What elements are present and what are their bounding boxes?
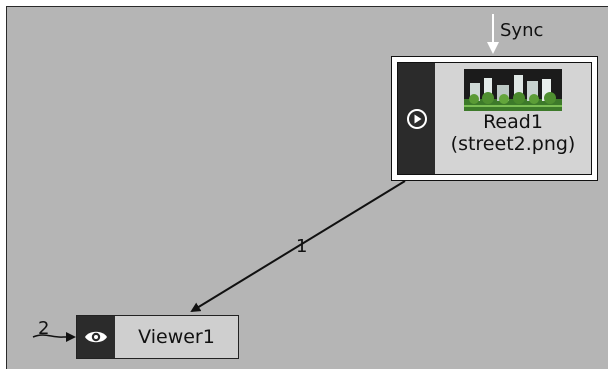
- edge-input-2-label: 2: [38, 318, 50, 339]
- viewer-node-title: Viewer1: [138, 326, 215, 348]
- read-node-title: Read1: [483, 111, 543, 133]
- read-node-icon-cell[interactable]: [398, 63, 435, 174]
- eye-icon[interactable]: [84, 329, 108, 345]
- node-graph-canvas: Sync 1 2 Read1 (street2.png) Viewer1: [0, 0, 608, 377]
- read-node[interactable]: Read1 (street2.png): [391, 56, 598, 181]
- viewer-node-icon-cell[interactable]: [77, 316, 115, 358]
- viewer-node[interactable]: Viewer1: [76, 315, 239, 359]
- sync-label: Sync: [500, 20, 544, 41]
- street-thumbnail: [464, 69, 562, 111]
- viewer-node-content: Viewer1: [115, 316, 238, 358]
- read-node-subtitle: (street2.png): [450, 133, 576, 155]
- play-circle-icon[interactable]: [406, 108, 428, 130]
- edge-input-1-label: 1: [296, 236, 308, 257]
- read-node-body[interactable]: Read1 (street2.png): [397, 62, 592, 175]
- read-node-content: Read1 (street2.png): [435, 63, 591, 174]
